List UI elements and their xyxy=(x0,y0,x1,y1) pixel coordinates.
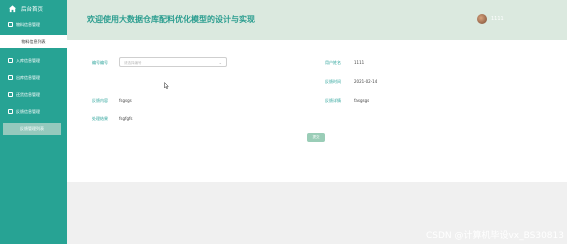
feedback-time-label: 反馈时间 xyxy=(325,79,341,84)
feedback-content-label: 反馈内容 xyxy=(92,98,108,103)
edit-icon xyxy=(8,109,13,114)
mouse-cursor-icon xyxy=(164,82,169,89)
sidebar-item-label: 还货信息管理 xyxy=(16,91,40,97)
sidebar-home-label: 后台首页 xyxy=(21,6,44,13)
avatar xyxy=(477,14,487,24)
user-name-label: 用户姓名 xyxy=(325,60,341,65)
edit-icon xyxy=(8,92,13,97)
order-select[interactable]: 请选择编号 ⌄ xyxy=(119,57,227,67)
sidebar-item-inbound-management[interactable]: 入库信息管理 xyxy=(0,54,67,67)
watermark: CSDN @计算机毕设vx_BS30813 xyxy=(425,231,564,241)
result-label: 处理结果 xyxy=(92,116,108,121)
edit-icon xyxy=(8,75,13,80)
result-value: fsgfgfs xyxy=(119,116,133,121)
app: 后台首页 物料信息管理 物料信息列表 入库信息管理 出库信息管理 还货信息管理 … xyxy=(0,0,567,244)
sidebar-item-label: 反馈管理列表 xyxy=(20,126,44,131)
chevron-down-icon: ⌄ xyxy=(218,60,222,65)
header: 欢迎使用大数据仓库配料优化模型的设计与实现 1111 xyxy=(67,0,567,40)
user-menu[interactable]: 1111 xyxy=(477,14,504,24)
feedback-content-value: fsgsgs xyxy=(119,98,132,103)
feedback-detail-label: 反馈详情 xyxy=(325,98,341,103)
sidebar-item-material-management[interactable]: 物料信息管理 xyxy=(0,18,67,31)
page-title: 欢迎使用大数据仓库配料优化模型的设计与实现 xyxy=(87,15,255,24)
sidebar-item-label: 物料信息管理 xyxy=(16,21,40,27)
sidebar-item-return-management[interactable]: 还货信息管理 xyxy=(0,88,67,101)
sidebar-item-label: 出库信息管理 xyxy=(16,74,40,80)
feedback-form: 编号编号 请选择编号 ⌄ 用户姓名 1111 反馈时间 2021-02-14 反… xyxy=(67,40,567,182)
order-select-placeholder: 请选择编号 xyxy=(124,61,142,65)
user-name-value: 1111 xyxy=(354,60,365,65)
sidebar-home[interactable]: 后台首页 xyxy=(8,3,43,14)
username: 1111 xyxy=(491,16,504,22)
feedback-time-value: 2021-02-14 xyxy=(354,79,378,84)
home-icon xyxy=(8,5,17,13)
sidebar-item-outbound-management[interactable]: 出库信息管理 xyxy=(0,71,67,84)
sidebar-item-label: 入库信息管理 xyxy=(16,57,40,63)
edit-icon xyxy=(8,58,13,63)
sidebar-item-material-list[interactable]: 物料信息列表 xyxy=(0,35,67,48)
sidebar-item-label: 反馈信息管理 xyxy=(16,108,40,114)
submit-button[interactable]: 提交 xyxy=(307,133,325,142)
order-label: 编号编号 xyxy=(92,60,108,65)
sidebar: 后台首页 物料信息管理 物料信息列表 入库信息管理 出库信息管理 还货信息管理 … xyxy=(0,0,67,244)
sidebar-item-feedback-management[interactable]: 反馈信息管理 xyxy=(0,105,67,118)
feedback-detail-value: fasgsgs xyxy=(354,98,370,103)
sidebar-item-label: 物料信息列表 xyxy=(21,38,46,44)
sidebar-item-feedback-list[interactable]: 反馈管理列表 xyxy=(3,123,61,135)
edit-icon xyxy=(8,22,13,27)
